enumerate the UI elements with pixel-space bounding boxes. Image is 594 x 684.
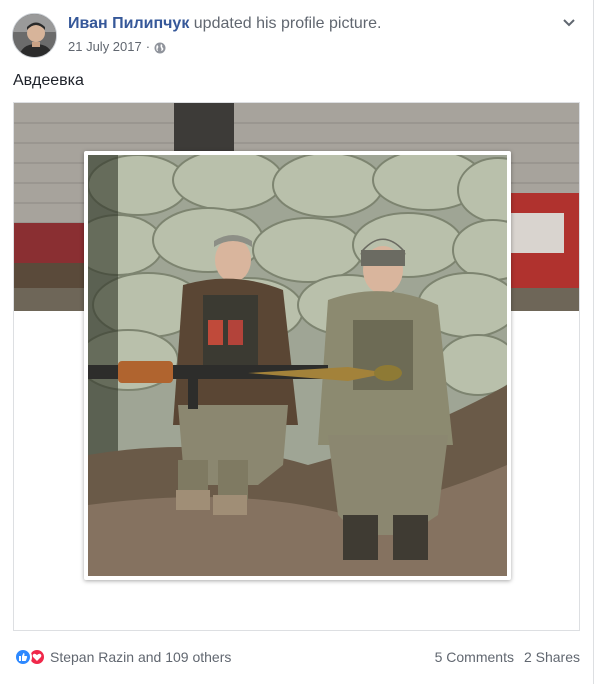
like-icon [14, 648, 32, 666]
reactions-text[interactable]: Stepan Razin and 109 others [50, 648, 231, 666]
profile-picture-frame[interactable] [84, 151, 511, 580]
engagement-counts: 5 Comments 2 Shares [435, 648, 580, 666]
post-media[interactable] [13, 102, 580, 631]
profile-picture[interactable] [88, 155, 507, 576]
author-name-link[interactable]: Иван Пилипчук [68, 15, 189, 32]
post-caption: Авдеевка [13, 72, 84, 89]
post-footer: Stepan Razin and 109 others 5 Comments 2… [0, 640, 594, 674]
post-meta: 21 July 2017 · [68, 38, 166, 56]
post-action-text: updated his profile picture. [193, 15, 382, 32]
chevron-down-icon[interactable] [559, 13, 579, 33]
comments-count-link[interactable]: 5 Comments [435, 648, 514, 666]
post-date-link[interactable]: 21 July 2017 [68, 38, 142, 56]
meta-separator: · [145, 39, 151, 54]
author-avatar[interactable] [12, 13, 57, 58]
post-card: Иван Пилипчук updated his profile pictur… [0, 0, 594, 684]
shares-count-link[interactable]: 2 Shares [524, 648, 580, 666]
globe-icon[interactable] [154, 41, 166, 54]
post-headline: Иван Пилипчук updated his profile pictur… [68, 14, 381, 34]
reactions-summary[interactable]: Stepan Razin and 109 others [14, 648, 231, 666]
